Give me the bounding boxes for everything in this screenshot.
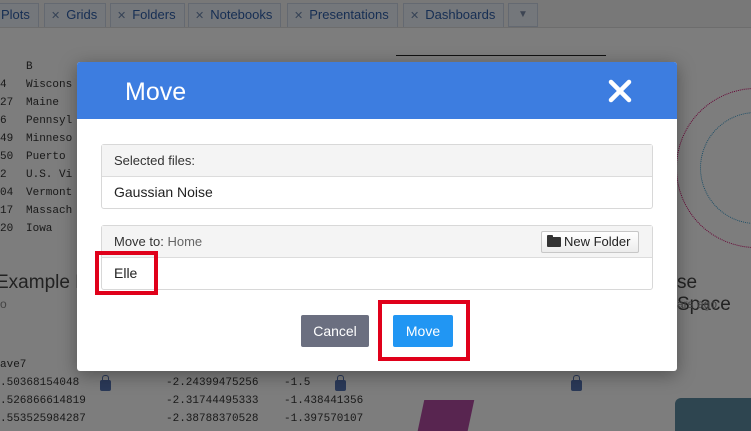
highlight-box-move bbox=[378, 300, 470, 361]
move-dialog: Move Selected files: Gaussian Noise Move… bbox=[77, 62, 677, 371]
move-to-label: Move to: bbox=[114, 234, 164, 249]
new-folder-button[interactable]: New Folder bbox=[541, 231, 639, 253]
dialog-header: Move bbox=[77, 62, 677, 119]
selected-files-panel: Selected files: Gaussian Noise bbox=[101, 144, 653, 209]
dialog-title: Move bbox=[125, 78, 187, 106]
move-to-header: Move to: Home New Folder bbox=[102, 226, 652, 258]
folder-icon bbox=[547, 235, 561, 247]
selected-files-label: Selected files: bbox=[102, 145, 652, 177]
folder-item[interactable]: Elle bbox=[102, 258, 652, 289]
highlight-box-folder bbox=[95, 251, 158, 295]
move-to-panel: Move to: Home New Folder Elle bbox=[101, 225, 653, 290]
breadcrumb-home[interactable]: Home bbox=[167, 234, 202, 249]
new-folder-label: New Folder bbox=[564, 234, 631, 249]
selected-file-item: Gaussian Noise bbox=[114, 184, 213, 200]
close-icon[interactable] bbox=[607, 78, 633, 104]
cancel-button[interactable]: Cancel bbox=[301, 315, 369, 347]
